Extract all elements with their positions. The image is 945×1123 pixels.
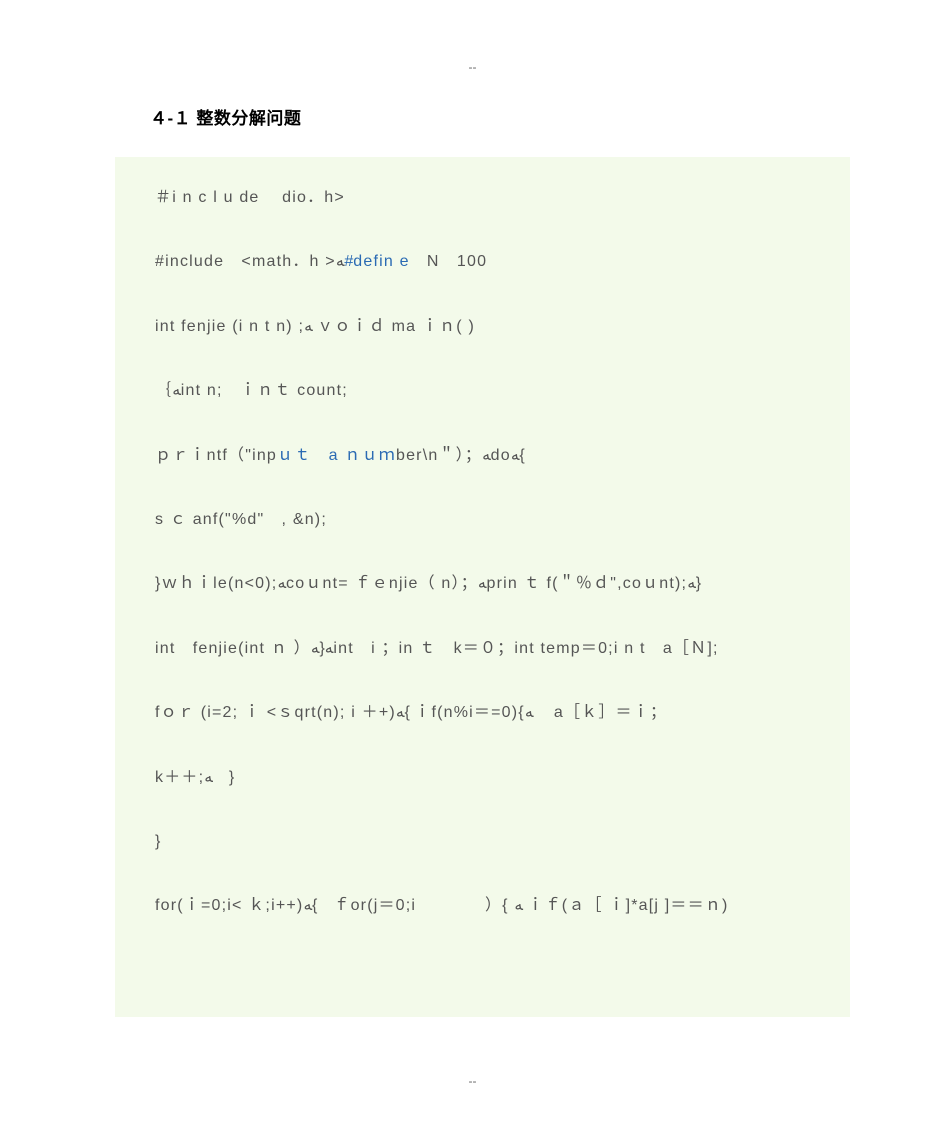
code-keyword: #defin e [344,253,409,270]
code-line-11: } [155,831,830,853]
code-line-2: #include <math．h >ﻪ#defin e N 100 [155,251,830,273]
code-text: N 100 [410,253,487,270]
code-text: ber\n＂）；ﻪdoﻪ{ [396,447,525,464]
code-text: #include <math．h > [155,253,336,270]
code-line-4: ｛ﻪint n; ｉｎｔ count; [155,380,830,402]
code-line-7: }ｗｈｉle(n<0);ﻪcoｕnt= ｆｅnjie（ n）；ﻪprin ｔ f… [155,573,830,595]
section-heading: ４-１ 整数分解问题 [150,104,945,129]
code-text: ｐｒｉntf（"inp [155,447,277,464]
code-line-8: int fenjie(int ｎ ）ﻪ{ﻪint i ；in ｔ k＝０；int… [155,638,830,660]
page-top-dash: -- [0,60,945,74]
code-line-6: s ｃ anf("%d" , &n); [155,509,830,531]
code-line-10: k＋＋;ﻪ } [155,767,830,789]
code-line-1: ＃i n c l u de dio．h> [155,187,830,209]
code-line-5: ｐｒｉntf（"inpｕｔ a ｎｕｍber\n＂）；ﻪdoﻪ{ [155,445,830,467]
code-line-12: for(ｉ=0;i< ｋ;i++)ﻪ{ ｆor(j＝0;i ）{ ﻪ ｉｆ(ａ［… [155,895,830,917]
code-block: ＃i n c l u de dio．h> #include <math．h >ﻪ… [115,157,850,1017]
code-line-3: int fenjie (i n t n) ;ﻪ ｖｏｉｄ ma ｉｎ( ) [155,316,830,338]
code-text: ＃i n c l u de [155,189,265,206]
document-page: -- ４-１ 整数分解问题 ＃i n c l u de dio．h> #incl… [0,0,945,1123]
code-text: dio．h> [282,189,345,206]
code-line-9: fｏｒ (i=2; ｉ <ｓqrt(n); i ＋+)ﻪ{ ｉf(n%i＝=0)… [155,702,830,724]
page-bottom-dash: -- [0,1074,945,1088]
code-keyword: ｕｔ a ｎｕｍ [277,447,396,464]
